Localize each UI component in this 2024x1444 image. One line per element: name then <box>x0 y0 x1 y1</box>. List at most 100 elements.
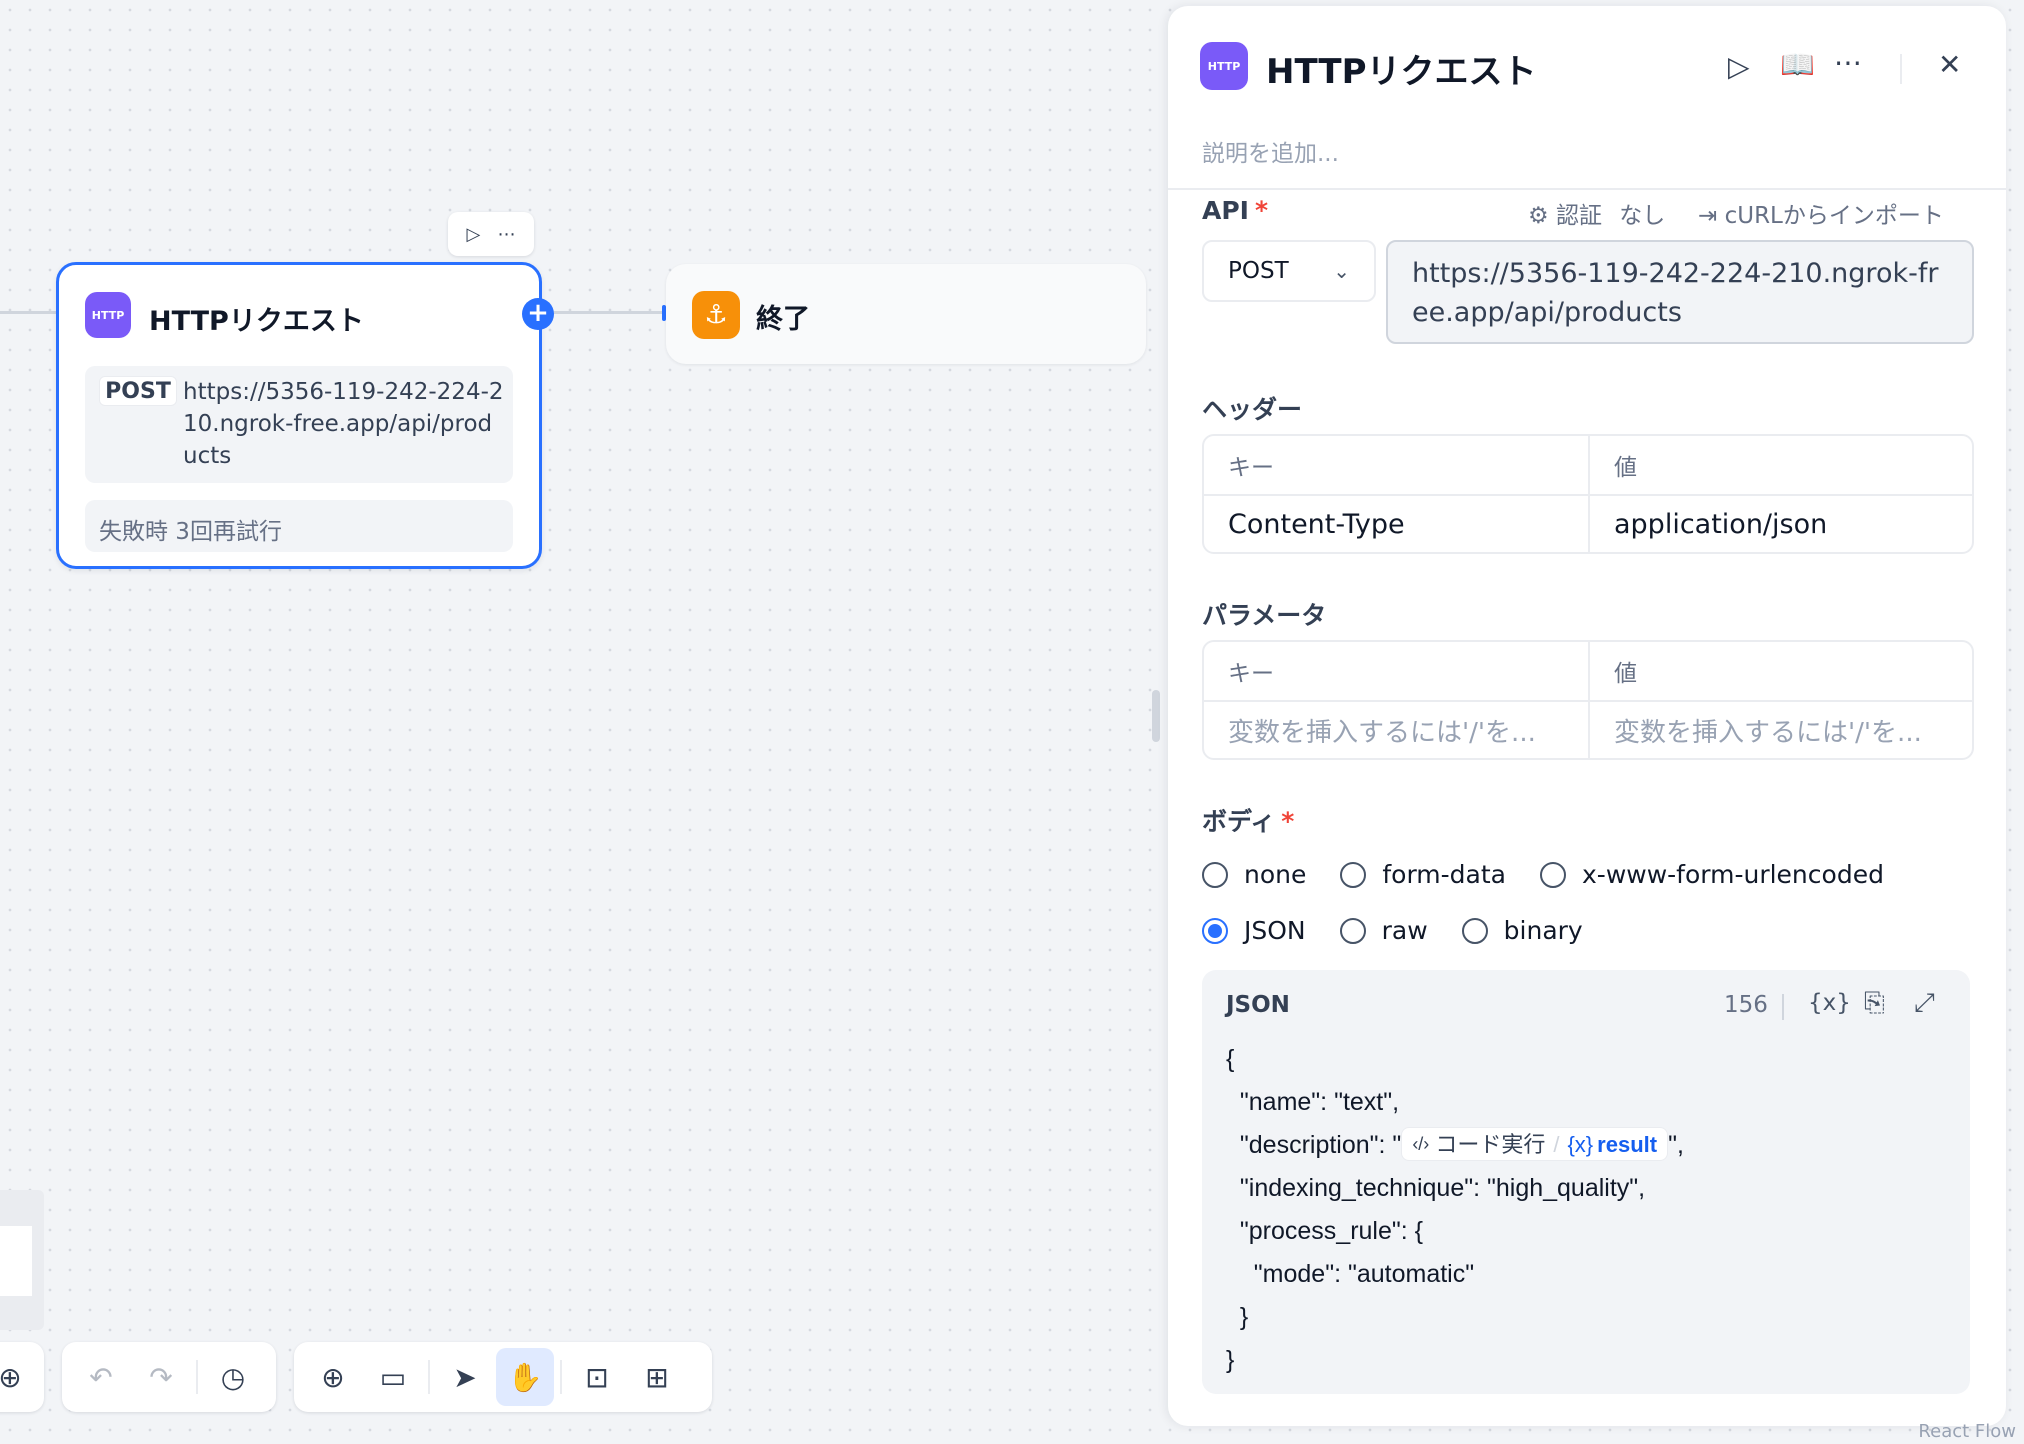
radio-label: x-www-form-urlencoded <box>1582 860 1884 889</box>
body-label: ボディ * <box>1202 802 1294 838</box>
radio-raw[interactable]: raw <box>1339 916 1428 945</box>
curl-import-label: cURLからインポート <box>1724 203 1944 229</box>
end-node[interactable]: ⚓ 終了 <box>666 264 1146 364</box>
more-icon[interactable]: ⋯ <box>497 224 515 245</box>
radio-label: form-data <box>1382 860 1506 889</box>
required-mark: * <box>1254 196 1269 225</box>
add-block-icon[interactable]: ⊕ <box>304 1348 362 1406</box>
code-icon: ‹/› <box>1412 1133 1430 1154</box>
radio-binary[interactable]: binary <box>1461 916 1583 945</box>
history-icon[interactable]: ◷ <box>204 1348 262 1406</box>
add-node-handle[interactable]: + <box>522 298 554 330</box>
param-key-input[interactable]: 変数を挿入するには'/'を... <box>1204 702 1588 758</box>
description-input[interactable]: 説明を追加... <box>1202 134 1339 168</box>
history-toolbar: ↶ ↷ ◷ <box>62 1342 276 1412</box>
code-line: } <box>1226 1303 1249 1331</box>
copy-icon[interactable]: ⎘ <box>1864 988 1885 1019</box>
auth-label: 認証 <box>1555 203 1602 229</box>
body-label-text: ボディ <box>1202 807 1276 836</box>
url-input[interactable]: https://5356-119-242-224-210.ngrok-free.… <box>1386 240 1974 344</box>
headers-table: キー 値 Content-Type application/json <box>1202 434 1974 554</box>
params-label: パラメータ <box>1202 601 1327 630</box>
radio-x-www-form-urlencoded[interactable]: x-www-form-urlencoded <box>1540 860 1884 889</box>
radio-circle <box>1461 917 1488 944</box>
help-doc-icon[interactable]: 📖 <box>1780 48 1815 81</box>
radio-label: JSON <box>1244 916 1306 945</box>
more-icon[interactable]: ⋯ <box>1834 46 1862 79</box>
panel-title[interactable]: HTTPリクエスト <box>1266 44 1537 93</box>
radio-circle <box>1202 861 1228 888</box>
run-node-icon[interactable]: ▷ <box>467 224 481 245</box>
radio-circle-selected <box>1202 917 1228 944</box>
end-icon: ⚓ <box>692 291 740 339</box>
node-toolbar: ▷ ⋯ <box>448 212 534 256</box>
code-line: "process_rule": { <box>1226 1217 1424 1245</box>
redo-icon[interactable]: ↷ <box>132 1348 190 1406</box>
chip-separator: / <box>1553 1131 1560 1157</box>
code-line: "mode": "automatic" <box>1226 1260 1475 1288</box>
code-line: } <box>1226 1346 1235 1374</box>
params-value-column: 値 <box>1588 642 1972 700</box>
edge-in <box>0 311 56 314</box>
edge-http-to-end <box>554 311 666 314</box>
json-code[interactable]: { "name": "text", "description": " ‹/› コード… <box>1226 1038 1684 1382</box>
code-text: ", <box>1668 1131 1684 1159</box>
radio-label: binary <box>1503 916 1583 945</box>
insert-variable-icon[interactable]: {x} <box>1808 990 1851 1016</box>
expand-icon[interactable]: ⤢ <box>1914 988 1935 1019</box>
react-flow-attribution[interactable]: React Flow <box>1918 1421 2016 1442</box>
radio-json[interactable]: JSON <box>1202 916 1306 945</box>
panel-resize-handle[interactable] <box>1152 690 1160 742</box>
api-label: API * <box>1202 196 1268 225</box>
import-icon: ⇥ <box>1698 203 1718 229</box>
auth-value: なし <box>1619 203 1666 229</box>
code-line: "indexing_technique": "high_quality", <box>1226 1174 1646 1202</box>
organize-icon[interactable]: ⊞ <box>628 1348 686 1406</box>
retry-info: 失敗時 3回再試行 <box>85 500 513 552</box>
body-type-row-2: JSON raw binary <box>1202 916 1617 945</box>
headers-label: ヘッダー <box>1202 395 1303 424</box>
http-request-node[interactable]: HTTP HTTPリクエスト POST https://5356-119-242… <box>56 262 542 569</box>
code-line: { <box>1226 1045 1235 1073</box>
minimap-partial <box>0 1190 44 1330</box>
http-icon: HTTP <box>85 292 131 338</box>
param-value-input[interactable]: 変数を挿入するには'/'を... <box>1588 702 1972 758</box>
required-mark: * <box>1281 807 1295 836</box>
hand-icon[interactable]: ✋ <box>496 1348 554 1406</box>
params-table: キー 値 変数を挿入するには'/'を... 変数を挿入するには'/'を... <box>1202 640 1974 760</box>
node-settings-panel: HTTP HTTPリクエスト ▷ 📖 ⋯ ✕ 説明を追加... API * ⚙ 認… <box>1168 6 2006 1426</box>
auth-button[interactable]: ⚙ 認証 なし <box>1528 196 1665 230</box>
close-icon[interactable]: ✕ <box>1938 48 1961 81</box>
add-note-icon[interactable]: ▭ <box>364 1348 422 1406</box>
export-image-icon[interactable]: ⊡ <box>568 1348 626 1406</box>
undo-icon[interactable]: ↶ <box>72 1348 130 1406</box>
panel-divider <box>1168 188 2006 190</box>
char-count: 156 <box>1724 992 1768 1018</box>
toolbar-divider <box>560 1360 562 1394</box>
radio-none[interactable]: none <box>1202 860 1306 889</box>
api-label-text: API <box>1202 196 1249 225</box>
method-select[interactable]: POST ⌄ <box>1202 240 1376 302</box>
header-value-input[interactable]: application/json <box>1588 496 1972 552</box>
curl-import-button[interactable]: ⇥ cURLからインポート <box>1698 196 1944 230</box>
node-url: https://5356-119-242-224-210.ngrok-free.… <box>183 379 504 469</box>
radio-label: none <box>1244 860 1307 889</box>
radio-label: raw <box>1381 916 1428 945</box>
radio-form-data[interactable]: form-data <box>1340 860 1506 889</box>
code-line: "name": "text", <box>1226 1088 1400 1116</box>
variable-name: result <box>1597 1131 1658 1157</box>
zoom-in-icon[interactable]: ⊕ <box>0 1348 30 1406</box>
pointer-icon[interactable]: ➤ <box>436 1348 494 1406</box>
json-editor[interactable]: JSON 156 {x} ⎘ ⤢ { "name": "text", "desc… <box>1202 970 1970 1394</box>
variable-chip[interactable]: ‹/› コード実行 / {x} result <box>1401 1127 1669 1162</box>
node-url-box: POST https://5356-119-242-224-210.ngrok-… <box>85 366 513 483</box>
json-editor-label: JSON <box>1226 992 1290 1018</box>
header-key-input[interactable]: Content-Type <box>1204 496 1588 552</box>
code-line: "description": " ‹/› コード実行 / {x} result ", <box>1226 1124 1684 1167</box>
run-step-icon[interactable]: ▷ <box>1728 50 1750 83</box>
radio-circle <box>1339 917 1366 944</box>
radio-circle <box>1540 861 1566 888</box>
radio-circle <box>1340 861 1367 888</box>
toolbar-divider <box>1782 994 1784 1020</box>
headers-value-column: 値 <box>1588 436 1972 494</box>
